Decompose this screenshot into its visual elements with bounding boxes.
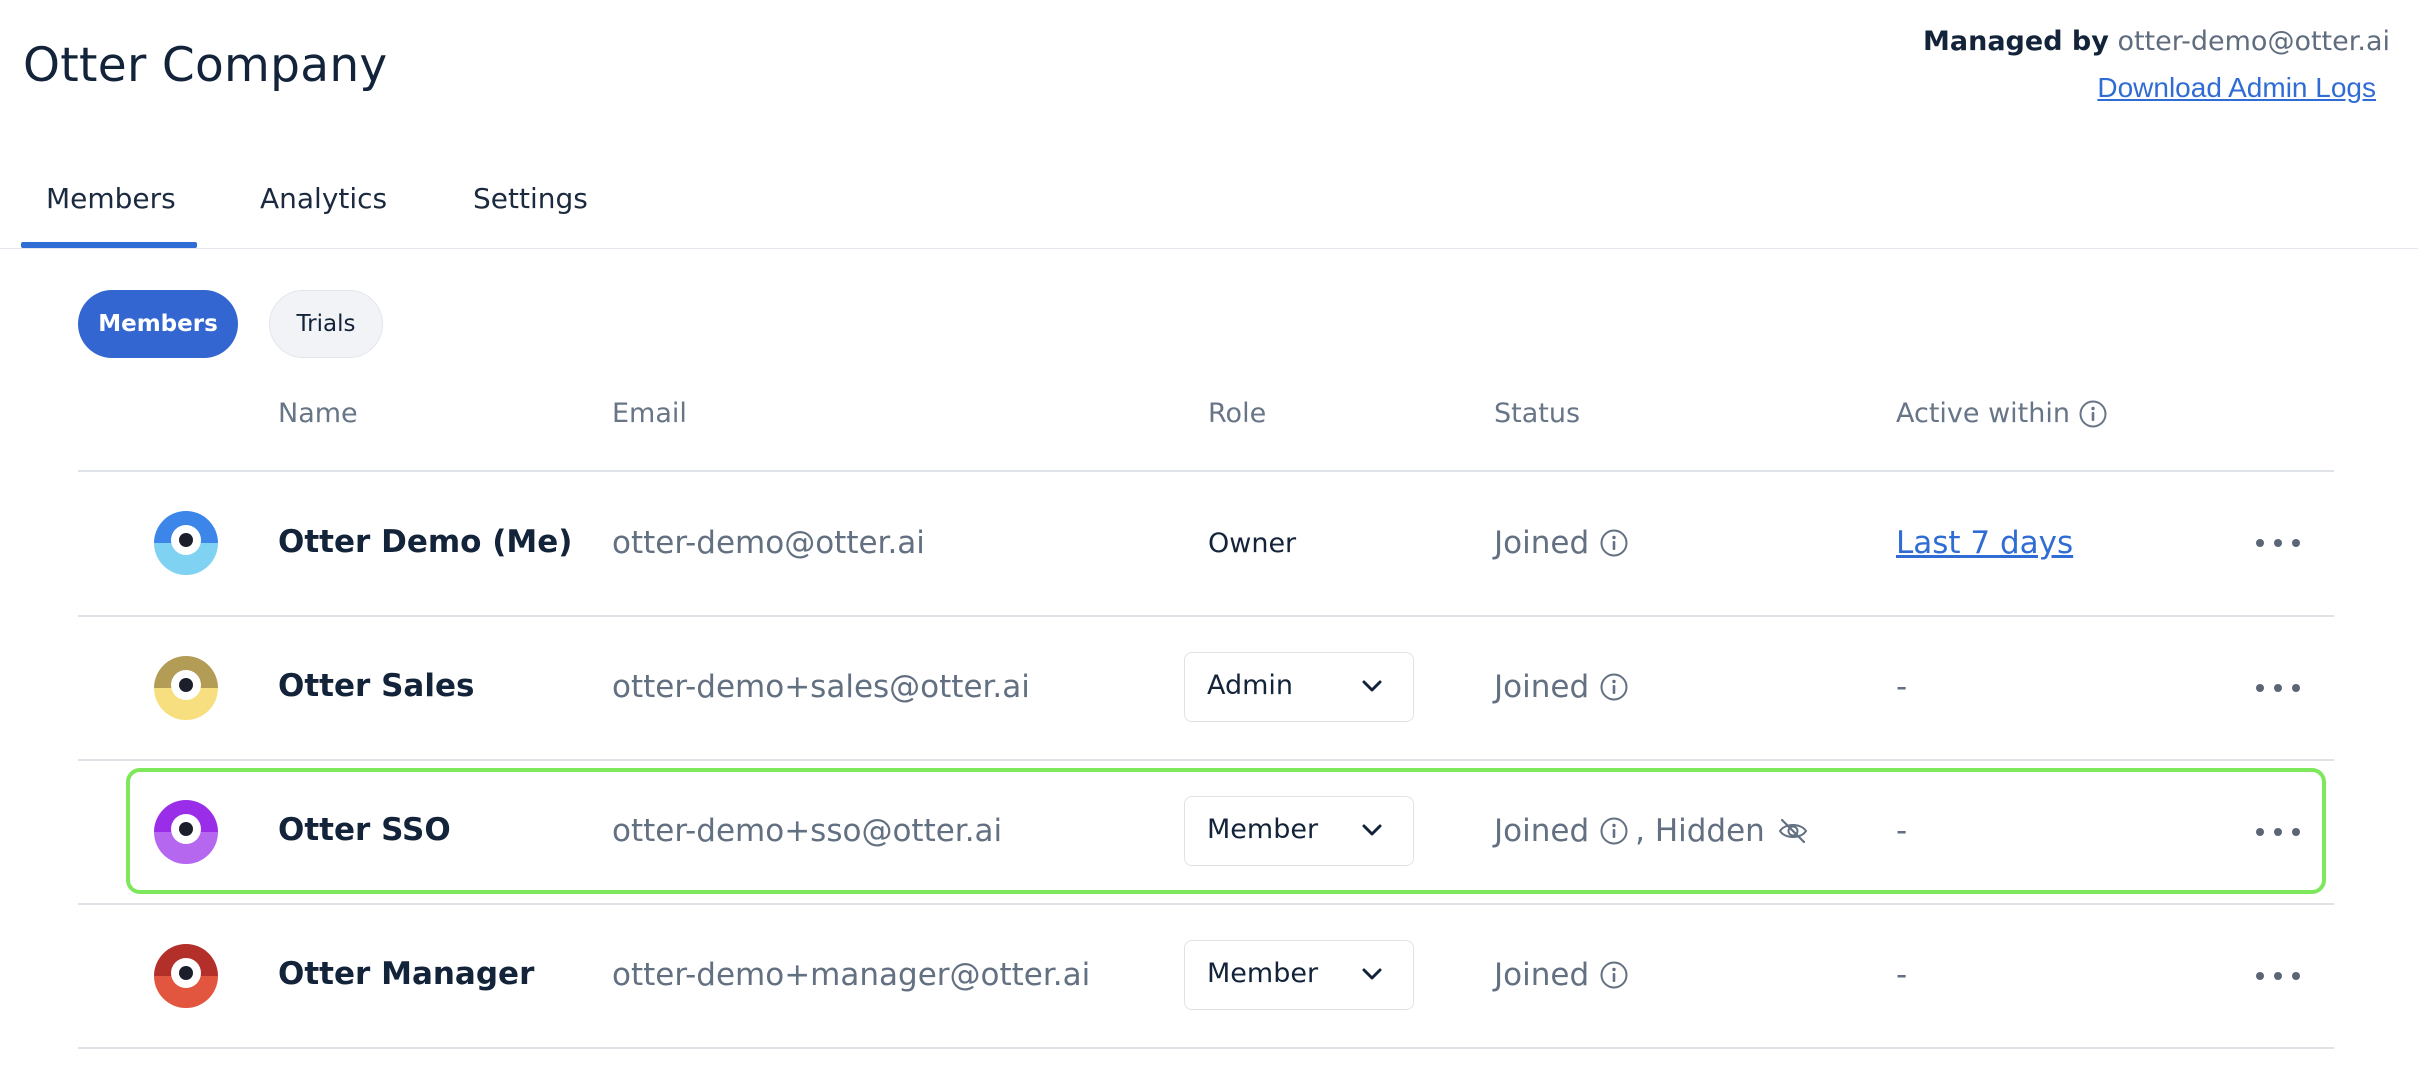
active-within-value: -: [1896, 669, 1908, 705]
tab-bar: Members Analytics Settings: [0, 170, 2418, 249]
chevron-down-icon: [1362, 680, 1382, 692]
member-status-text: Joined: [1494, 813, 1590, 849]
role-select[interactable]: Member: [1184, 940, 1414, 1010]
eye-off-icon: [1778, 818, 1808, 844]
active-within-value: -: [1896, 957, 1908, 993]
managed-by-label: Managed by: [1923, 26, 2109, 57]
member-email: otter-demo+sales@otter.ai: [612, 669, 1030, 705]
member-status: Joined , Hidden: [1494, 813, 1809, 849]
member-name: Otter Manager: [278, 956, 535, 992]
role-select-value: Member: [1207, 958, 1319, 989]
member-status-text: Joined: [1494, 957, 1590, 993]
column-header-status: Status: [1494, 398, 1581, 429]
info-icon[interactable]: [1599, 528, 1629, 558]
member-status: Joined: [1494, 525, 1629, 561]
more-options-icon[interactable]: [2256, 966, 2300, 986]
download-admin-logs-link[interactable]: Download Admin Logs: [2097, 72, 2376, 104]
info-icon[interactable]: [2078, 399, 2108, 429]
more-options-icon[interactable]: [2256, 822, 2300, 842]
role-select-value: Admin: [1207, 670, 1294, 701]
page-title: Otter Company: [23, 38, 388, 93]
filter-members-button[interactable]: Members: [78, 290, 238, 358]
chevron-down-icon: [1362, 824, 1382, 836]
active-within-link[interactable]: Last 7 days: [1896, 525, 2073, 561]
managed-by: Managed by otter-demo@otter.ai: [1923, 26, 2390, 57]
more-options-icon[interactable]: [2256, 678, 2300, 698]
filter-trials-button[interactable]: Trials: [269, 290, 383, 358]
tab-members[interactable]: Members: [46, 182, 176, 215]
chevron-down-icon: [1362, 968, 1382, 980]
role-select[interactable]: Member: [1184, 796, 1414, 866]
active-tab-indicator: [21, 242, 197, 248]
member-email: otter-demo+sso@otter.ai: [612, 813, 1003, 849]
more-options-icon[interactable]: [2256, 533, 2300, 553]
avatar: [154, 511, 218, 575]
avatar: [154, 800, 218, 864]
member-status: Joined: [1494, 669, 1629, 705]
role-select-value: Member: [1207, 814, 1319, 845]
member-email: otter-demo@otter.ai: [612, 525, 925, 561]
info-icon[interactable]: [1599, 672, 1629, 702]
member-status-text: Joined: [1494, 669, 1590, 705]
column-header-active-within: Active within: [1896, 398, 2108, 429]
table-divider: [78, 615, 2334, 617]
tab-settings[interactable]: Settings: [473, 182, 588, 215]
member-name: Otter Sales: [278, 668, 475, 704]
member-name: Otter SSO: [278, 812, 451, 848]
table-divider: [78, 903, 2334, 905]
table-divider: [78, 1047, 2334, 1049]
managed-by-email: otter-demo@otter.ai: [2117, 26, 2390, 57]
avatar: [154, 944, 218, 1008]
column-header-role: Role: [1208, 398, 1267, 429]
member-hidden-text: , Hidden: [1635, 813, 1765, 849]
role-select[interactable]: Admin: [1184, 652, 1414, 722]
column-header-active-label: Active within: [1896, 398, 2070, 429]
member-status-text: Joined: [1494, 525, 1590, 561]
info-icon[interactable]: [1599, 960, 1629, 990]
table-divider: [78, 470, 2334, 472]
table-divider: [78, 759, 2334, 761]
member-role: Owner: [1208, 528, 1297, 559]
avatar: [154, 656, 218, 720]
column-header-name: Name: [278, 398, 358, 429]
info-icon[interactable]: [1599, 816, 1629, 846]
active-within-value: -: [1896, 813, 1908, 849]
tab-analytics[interactable]: Analytics: [260, 182, 387, 215]
member-status: Joined: [1494, 957, 1629, 993]
member-email: otter-demo+manager@otter.ai: [612, 957, 1091, 993]
column-header-email: Email: [612, 398, 687, 429]
member-name: Otter Demo (Me): [278, 524, 573, 560]
